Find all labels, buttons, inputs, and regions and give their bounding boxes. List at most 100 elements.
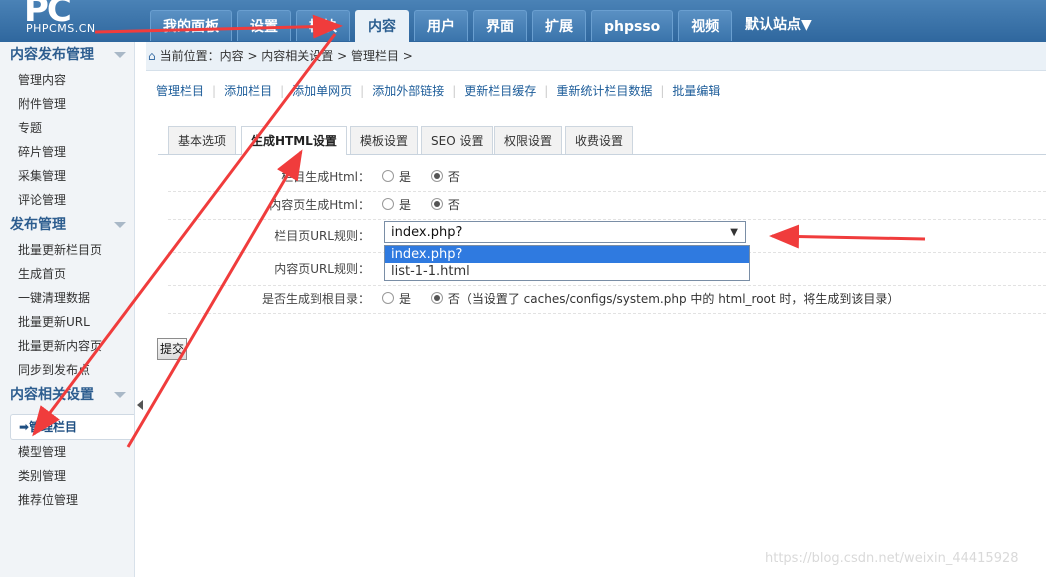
divider: | [360,84,365,98]
watermark: https://blog.csdn.net/weixin_44415928 [765,551,1019,566]
form-row-root-dir: 是否生成到根目录： 是 否（当设置了 caches/configs/system… [168,286,1046,314]
top-nav: 我的面板 设置 模块 内容 用户 界面 扩展 phpsso 视频 [150,10,737,43]
sidebar-item-batch-category[interactable]: 批量更新栏目页 [0,238,134,262]
radio-no[interactable]: 否 [430,292,460,306]
top-tab-extensions[interactable]: 扩展 [532,10,586,41]
radio-group: 是 否 [382,164,476,191]
sidebar-item-batch-url[interactable]: 批量更新URL [0,310,134,334]
tab-html[interactable]: 生成HTML设置 [241,126,347,155]
radio-group: 是 否 [382,192,476,219]
top-tab-users[interactable]: 用户 [414,10,468,41]
radio-circle[interactable] [382,170,394,182]
sidebar-group-title: 内容发布管理 [10,47,94,63]
sidebar-toggle-icon[interactable] [137,400,143,410]
link-batch-edit[interactable]: 批量编辑 [672,84,720,98]
sidebar-item-manage-content[interactable]: 管理内容 [0,68,134,92]
link-add-external[interactable]: 添加外部链接 [372,84,444,98]
link-recount[interactable]: 重新统计栏目数据 [556,84,652,98]
tab-template[interactable]: 模板设置 [350,126,419,154]
sidebar-item-batch-content[interactable]: 批量更新内容页 [0,334,134,358]
category-url-select[interactable]: index.php?m=content&c=index&a=lists&cati… [384,221,746,262]
radio-yes[interactable]: 是 [382,170,411,184]
sidebar-item-sync[interactable]: 同步到发布点 [0,358,134,382]
logo-site-text: PHPCMS.CN [26,22,96,35]
field-label: 内容页生成Html： [269,198,370,212]
divider: | [544,84,549,98]
html-settings-form: 栏目生成Html： 是 否 内容页生成Html： 是 否 栏目页URL规则： 内… [168,164,1046,314]
field-label: 栏目页URL规则： [274,229,370,243]
sidebar-group-publish[interactable]: 发布管理 [0,212,134,238]
radio-circle[interactable] [382,198,394,210]
sidebar: 内容发布管理 管理内容 附件管理 专题 碎片管理 采集管理 评论管理 发布管理 … [0,42,135,577]
radio-circle[interactable] [430,198,443,210]
collapse-icon[interactable] [114,392,126,398]
divider: | [660,84,665,98]
site-selector[interactable]: 默认站点▼ [745,14,812,34]
dropdown-option-selected[interactable]: index.php?m=content&c=index&a=lists&cati… [385,246,749,279]
radio-label: 是 [399,292,412,306]
tab-permission[interactable]: 权限设置 [494,126,563,154]
sidebar-group-title: 内容相关设置 [10,387,94,403]
radio-label: 是 [399,170,412,184]
top-tab-settings[interactable]: 设置 [237,10,291,41]
tab-charge[interactable]: 收费设置 [565,126,634,154]
radio-label: 否 [447,198,460,212]
radio-label: 是 [399,198,412,212]
tab-seo[interactable]: SEO 设置 [421,126,494,154]
radio-label: 否 [447,170,460,184]
dropdown-arrow-icon[interactable]: ▼ [730,222,738,244]
radio-circle[interactable] [382,292,394,304]
collapse-icon[interactable] [114,222,126,228]
radio-label: 否 [447,292,460,306]
form-row-category-html: 栏目生成Html： 是 否 [168,164,1046,192]
radio-no[interactable]: 否 [430,170,460,184]
divider: | [280,84,285,98]
sidebar-item-blocks[interactable]: 碎片管理 [0,140,134,164]
radio-yes[interactable]: 是 [382,292,411,306]
link-manage-category[interactable]: 管理栏目 [146,84,204,98]
tab-basic[interactable]: 基本选项 [168,126,237,154]
divider: | [212,84,217,98]
link-add-category[interactable]: 添加栏目 [224,84,272,98]
link-update-cache[interactable]: 更新栏目缓存 [464,84,536,98]
top-tab-interface[interactable]: 界面 [473,10,527,41]
breadcrumb: ⌂ 当前位置：内容 > 内容相关设置 > 管理栏目 > [146,42,1046,71]
sidebar-item-special[interactable]: 专题 [0,116,134,140]
link-add-page[interactable]: 添加单网页 [292,84,352,98]
top-header: PC PHPCMS.CN 我的面板 设置 模块 内容 用户 界面 扩展 phps… [0,0,1046,43]
sidebar-item-collect[interactable]: 采集管理 [0,164,134,188]
sidebar-item-gen-home[interactable]: 生成首页 [0,262,134,286]
logo: PC PHPCMS.CN [0,0,146,42]
sidebar-item-clean-data[interactable]: 一键清理数据 [0,286,134,310]
divider: | [452,84,457,98]
sidebar-group-title: 发布管理 [10,217,66,233]
home-icon[interactable]: ⌂ [148,42,156,70]
field-label: 是否生成到根目录： [261,292,370,306]
field-label: 栏目生成Html： [281,170,370,184]
radio-circle[interactable] [430,292,443,304]
collapse-icon[interactable] [114,52,126,58]
sidebar-item-manage-category[interactable]: ➡管理栏目 [10,414,134,440]
radio-no[interactable]: 否 [430,198,460,212]
breadcrumb-text: 当前位置：内容 > 内容相关设置 > 管理栏目 > [159,49,413,63]
sidebar-item-models[interactable]: 模型管理 [0,440,134,464]
field-label: 内容页URL规则： [274,262,370,276]
radio-group: 是 否（当设置了 caches/configs/system.php 中的 ht… [382,286,899,313]
top-tab-phpsso[interactable]: phpsso [591,10,674,41]
radio-yes[interactable]: 是 [382,198,411,212]
top-tab-content[interactable]: 内容 [355,10,409,43]
sub-nav: 管理栏目 | 添加栏目 | 添加单网页 | 添加外部链接 | 更新栏目缓存 | 重新统计栏目数据 | 批… [146,80,1046,102]
radio-circle[interactable] [430,170,443,182]
submit-button[interactable]: 提交 [157,338,188,360]
top-tab-video[interactable]: 视频 [678,10,733,41]
top-tab-modules[interactable]: 模块 [296,10,350,41]
sidebar-group-content-publish[interactable]: 内容发布管理 [0,42,134,68]
sidebar-item-types[interactable]: 类别管理 [0,464,134,488]
sidebar-item-comments[interactable]: 评论管理 [0,188,134,212]
top-tab-panel[interactable]: 我的面板 [150,10,232,41]
sidebar-item-attachments[interactable]: 附件管理 [0,92,134,116]
sidebar-group-content-settings[interactable]: 内容相关设置 [0,382,134,408]
form-row-content-html: 内容页生成Html： 是 否 [168,192,1046,220]
sidebar-item-positions[interactable]: 推荐位管理 [0,488,134,512]
url-rule-dropdown: index.php?m=content&c=index&a=lists&cati… [384,245,750,281]
